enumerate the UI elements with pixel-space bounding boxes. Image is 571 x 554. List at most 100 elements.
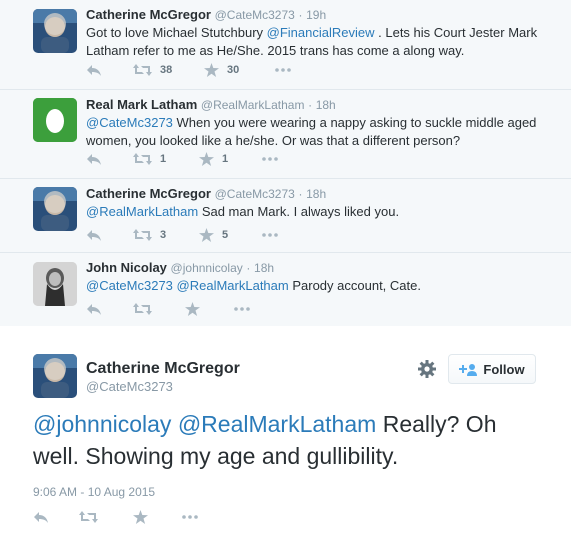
display-name[interactable]: Catherine McGregor <box>86 186 211 201</box>
favorite-icon <box>204 63 219 77</box>
favorite-button[interactable] <box>133 510 148 524</box>
timestamp[interactable]: 19h <box>306 8 326 22</box>
thread-tweet[interactable]: Catherine McGregor @CateMc3273 · 18h @Re… <box>0 179 571 253</box>
mention-link[interactable]: @RealMarkLatham <box>177 278 289 293</box>
timestamp[interactable]: 18h <box>316 98 336 112</box>
mention-link[interactable]: @CateMc3273 <box>86 278 173 293</box>
more-button[interactable] <box>261 152 279 166</box>
mention-link[interactable]: @CateMc3273 <box>86 115 173 130</box>
tweet-text-part: Really? Oh <box>382 411 497 437</box>
thread-tweet[interactable]: Real Mark Latham @RealMarkLatham · 18h @… <box>0 90 571 179</box>
separator: · <box>298 187 303 201</box>
retweet-button[interactable]: 38 <box>133 63 172 77</box>
favorite-button[interactable] <box>185 302 200 316</box>
more-button[interactable] <box>261 228 279 242</box>
retweet-icon <box>133 303 152 315</box>
tweet-text-part: Got to love Michael Stutchbury <box>86 25 264 40</box>
permalink-tweet: Catherine McGregor @CateMc3273 Follow @j… <box>0 326 571 554</box>
tweet-text: Got to love Michael Stutchbury @Financia… <box>86 24 551 60</box>
retweet-count: 38 <box>160 64 173 76</box>
more-button[interactable] <box>233 302 251 316</box>
reply-icon <box>87 230 101 241</box>
timestamp[interactable]: 18h <box>306 187 326 201</box>
retweet-count: 3 <box>160 229 167 241</box>
favorite-icon <box>199 152 214 166</box>
favorite-button[interactable]: 5 <box>199 228 228 242</box>
retweet-icon <box>133 229 152 241</box>
username[interactable]: @CateMc3273 <box>215 187 295 201</box>
reply-icon <box>34 512 48 523</box>
avatar[interactable] <box>33 262 77 306</box>
follow-button[interactable]: Follow <box>448 354 536 384</box>
separator: · <box>298 8 303 22</box>
favorite-button[interactable]: 1 <box>199 152 228 166</box>
retweet-button[interactable]: 1 <box>133 152 166 166</box>
display-name[interactable]: Catherine McGregor <box>86 7 211 22</box>
reply-button[interactable] <box>86 302 102 316</box>
retweet-count: 1 <box>160 153 167 165</box>
retweet-icon <box>133 64 152 76</box>
reply-button[interactable] <box>33 510 49 524</box>
reply-icon <box>87 154 101 165</box>
favorite-count: 30 <box>227 64 240 76</box>
more-icon <box>275 68 291 72</box>
conversation-thread: Catherine McGregor @CateMc3273 · 19h Got… <box>0 0 571 326</box>
tweet-text: @RealMarkLatham Sad man Mark. I always l… <box>86 203 551 221</box>
reply-button[interactable] <box>86 63 102 77</box>
timestamp[interactable]: 18h <box>254 261 274 275</box>
avatar[interactable] <box>33 98 77 142</box>
mention-link[interactable]: @RealMarkLatham <box>86 204 198 219</box>
favorite-button[interactable]: 30 <box>204 63 239 77</box>
avatar[interactable] <box>33 187 77 231</box>
username[interactable]: @CateMc3273 <box>215 8 295 22</box>
favorite-icon <box>133 510 148 524</box>
more-icon <box>262 233 278 237</box>
reply-icon <box>87 304 101 315</box>
favorite-icon <box>199 228 214 242</box>
username[interactable]: @johnnicolay <box>171 261 243 275</box>
separator: · <box>308 98 313 112</box>
tweet-text: @CateMc3273 @RealMarkLatham Parody accou… <box>86 277 551 295</box>
thread-tweet[interactable]: Catherine McGregor @CateMc3273 · 19h Got… <box>0 0 571 90</box>
gear-icon <box>418 360 436 378</box>
tweet-text-part: women, you looked like a he/she. Or was … <box>86 133 461 148</box>
display-name[interactable]: John Nicolay <box>86 260 167 275</box>
favorite-count: 1 <box>222 153 229 165</box>
reply-button[interactable] <box>86 228 102 242</box>
tweet-text: @CateMc3273 When you were wearing a napp… <box>86 114 551 150</box>
follow-label: Follow <box>483 361 525 377</box>
mention-link[interactable]: @FinancialReview <box>267 25 375 40</box>
retweet-icon <box>79 511 98 523</box>
tweet-text: @johnnicolay @RealMarkLatham Really? Oh … <box>33 408 543 472</box>
avatar[interactable] <box>33 354 77 398</box>
tweet-text-part: well. Showing my age and gullibility. <box>33 443 399 469</box>
username[interactable]: @RealMarkLatham <box>201 98 305 112</box>
retweet-button[interactable] <box>133 302 152 316</box>
more-button[interactable] <box>274 63 292 77</box>
egg-icon <box>33 98 77 142</box>
follow-person-icon <box>459 363 478 376</box>
mention-link[interactable]: @RealMarkLatham <box>178 411 376 437</box>
more-button[interactable] <box>181 510 199 524</box>
reply-icon <box>87 65 101 76</box>
retweet-icon <box>133 153 152 165</box>
reply-button[interactable] <box>86 152 102 166</box>
avatar[interactable] <box>33 9 77 53</box>
tweet-timestamp[interactable]: 9:06 AM - 10 Aug 2015 <box>33 485 155 499</box>
tweet-text-part: Parody account, Cate. <box>292 278 421 293</box>
user-actions-button[interactable] <box>418 360 436 383</box>
more-icon <box>262 157 278 161</box>
retweet-button[interactable] <box>79 510 98 524</box>
display-name[interactable]: Catherine McGregor <box>86 360 240 378</box>
tweet-text-part: When you were wearing a nappy asking to … <box>176 115 537 130</box>
thread-tweet[interactable]: John Nicolay @johnnicolay · 18h @CateMc3… <box>0 253 571 326</box>
favorite-count: 5 <box>222 229 229 241</box>
separator: · <box>246 261 251 275</box>
tweet-text-part: Latham refer to me as He/She. 2015 trans… <box>86 43 465 58</box>
mention-link[interactable]: @johnnicolay <box>33 411 171 437</box>
favorite-icon <box>185 302 200 316</box>
username[interactable]: @CateMc3273 <box>86 379 173 394</box>
more-icon <box>234 307 250 311</box>
retweet-button[interactable]: 3 <box>133 228 166 242</box>
display-name[interactable]: Real Mark Latham <box>86 97 197 112</box>
